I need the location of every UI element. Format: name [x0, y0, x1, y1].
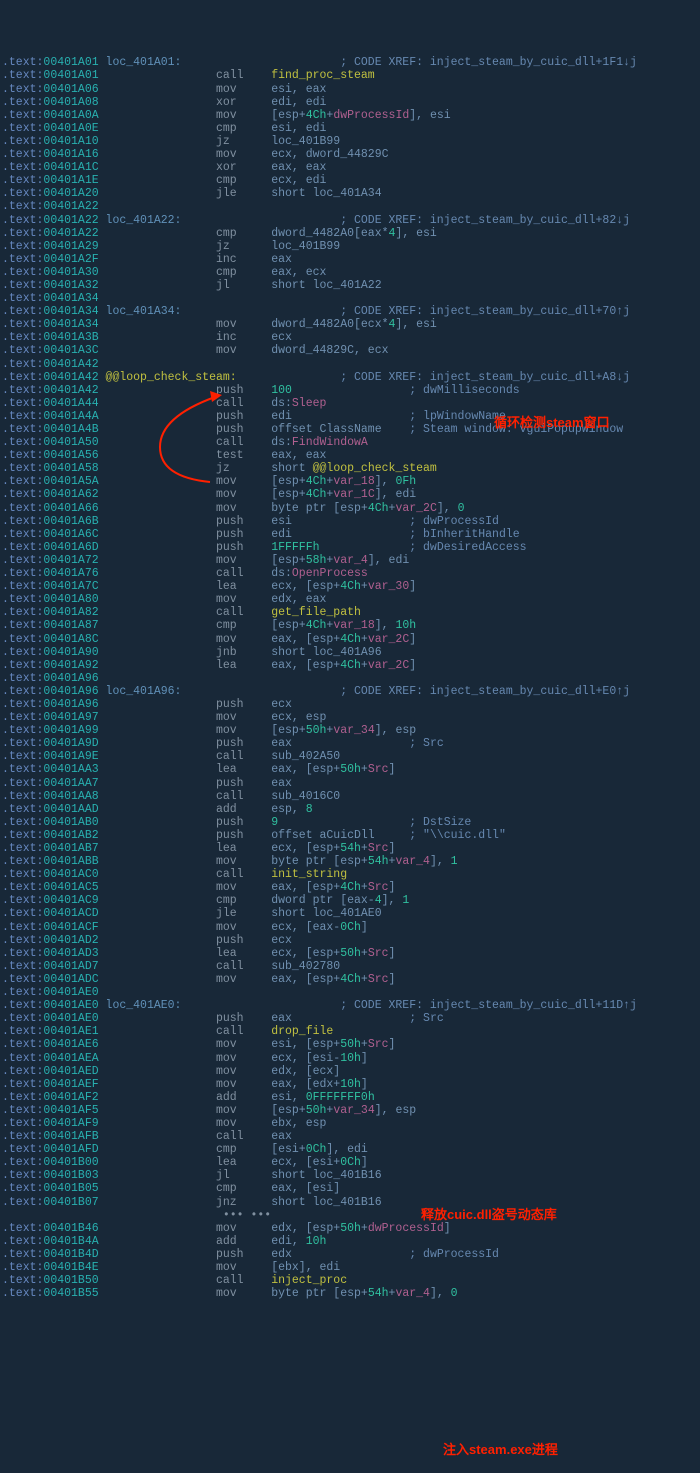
asm-line: .text:00401AE0	[0, 986, 700, 999]
asm-line: .text:00401A3C mov dword_44829C, ecx	[0, 344, 700, 357]
asm-line: .text:00401AE0 loc_401AE0: ; CODE XREF: …	[0, 999, 700, 1012]
asm-line: .text:00401A32 jl short loc_401A22	[0, 279, 700, 292]
asm-line: .text:00401A22 loc_401A22: ; CODE XREF: …	[0, 214, 700, 227]
asm-line: .text:00401A80 mov edx, eax	[0, 593, 700, 606]
asm-line: .text:00401B00 lea ecx, [esi+0Ch]	[0, 1156, 700, 1169]
asm-line: .text:00401A22	[0, 200, 700, 213]
asm-line: .text:00401AA3 lea eax, [esp+50h+Src]	[0, 763, 700, 776]
asm-line: .text:00401AB7 lea ecx, [esp+54h+Src]	[0, 842, 700, 855]
asm-line: .text:00401B46 mov edx, [esp+50h+dwProce…	[0, 1222, 700, 1235]
asm-line: .text:00401A29 jz loc_401B99	[0, 240, 700, 253]
asm-line: .text:00401AEF mov eax, [edx+10h]	[0, 1078, 700, 1091]
asm-line: .text:00401AFB call eax	[0, 1130, 700, 1143]
asm-line: .text:00401A56 test eax, eax	[0, 449, 700, 462]
asm-line: .text:00401AD3 lea ecx, [esp+50h+Src]	[0, 947, 700, 960]
asm-line: .text:00401AD7 call sub_402780	[0, 960, 700, 973]
disassembly-listing: .text:00401A01 loc_401A01: ; CODE XREF: …	[0, 56, 700, 1300]
asm-line: .text:00401B4E mov [ebx], edi	[0, 1261, 700, 1274]
asm-line: .text:00401A50 call ds:FindWindowA	[0, 436, 700, 449]
asm-line: .text:00401A22 cmp dword_4482A0[eax*4], …	[0, 227, 700, 240]
asm-line: .text:00401A6B push esi ; dwProcessId	[0, 515, 700, 528]
asm-line: .text:00401B4A add edi, 10h	[0, 1235, 700, 1248]
asm-line: .text:00401A6C push edi ; bInheritHandle	[0, 528, 700, 541]
asm-line: .text:00401A62 mov [esp+4Ch+var_1C], edi	[0, 488, 700, 501]
asm-line: .text:00401A42 push 100 ; dwMilliseconds	[0, 384, 700, 397]
asm-line: .text:00401AF2 add esi, 0FFFFFFF0h	[0, 1091, 700, 1104]
asm-line: .text:00401AC9 cmp dword ptr [eax-4], 1	[0, 894, 700, 907]
asm-line: .text:00401A66 mov byte ptr [esp+4Ch+var…	[0, 502, 700, 515]
asm-line: .text:00401A96 loc_401A96: ; CODE XREF: …	[0, 685, 700, 698]
asm-line: .text:00401A42 @@loop_check_steam: ; COD…	[0, 371, 700, 384]
asm-line: .text:00401ADC mov eax, [esp+4Ch+Src]	[0, 973, 700, 986]
asm-line: .text:00401A01 call find_proc_steam	[0, 69, 700, 82]
asm-line: .text:00401B4D push edx ; dwProcessId	[0, 1248, 700, 1261]
asm-line: .text:00401ACF mov ecx, [eax-0Ch]	[0, 921, 700, 934]
asm-line: .text:00401B03 jl short loc_401B16	[0, 1169, 700, 1182]
asm-line: .text:00401A44 call ds:Sleep	[0, 397, 700, 410]
asm-line: .text:00401A9D push eax ; Src	[0, 737, 700, 750]
annotation-label: 循环检测steam窗口	[494, 416, 610, 429]
asm-line: .text:00401A3B inc ecx	[0, 331, 700, 344]
asm-line: .text:00401A2F inc eax	[0, 253, 700, 266]
asm-line: .text:00401A7C lea ecx, [esp+4Ch+var_30]	[0, 580, 700, 593]
asm-line: .text:00401A92 lea eax, [esp+4Ch+var_2C]	[0, 659, 700, 672]
annotation-label: 释放cuic.dll盗号动态库	[421, 1208, 557, 1221]
asm-line: .text:00401A90 jnb short loc_401A96	[0, 646, 700, 659]
asm-line: .text:00401AD2 push ecx	[0, 934, 700, 947]
asm-line: .text:00401A30 cmp eax, ecx	[0, 266, 700, 279]
annotation-label: 注入steam.exe进程	[443, 1443, 558, 1456]
asm-line: .text:00401B07 jnz short loc_401B16	[0, 1196, 700, 1209]
asm-line: .text:00401A1C xor eax, eax	[0, 161, 700, 174]
asm-line: .text:00401A0E cmp esi, edi	[0, 122, 700, 135]
asm-line: .text:00401A0A mov [esp+4Ch+dwProcessId]…	[0, 109, 700, 122]
asm-line: .text:00401A10 jz loc_401B99	[0, 135, 700, 148]
asm-line: .text:00401B05 cmp eax, [esi]	[0, 1182, 700, 1195]
asm-line: .text:00401ACD jle short loc_401AE0	[0, 907, 700, 920]
asm-line: .text:00401A97 mov ecx, esp	[0, 711, 700, 724]
asm-line: .text:00401A34 loc_401A34: ; CODE XREF: …	[0, 305, 700, 318]
asm-line: .text:00401AF9 mov ebx, esp	[0, 1117, 700, 1130]
asm-line: .text:00401AAD add esp, 8	[0, 803, 700, 816]
asm-line: .text:00401AF5 mov [esp+50h+var_34], esp	[0, 1104, 700, 1117]
asm-line: .text:00401AA7 push eax	[0, 777, 700, 790]
asm-line: .text:00401AE6 mov esi, [esp+50h+Src]	[0, 1038, 700, 1051]
asm-line: .text:00401AB0 push 9 ; DstSize	[0, 816, 700, 829]
asm-line: .text:00401A72 mov [esp+58h+var_4], edi	[0, 554, 700, 567]
asm-line: .text:00401ABB mov byte ptr [esp+54h+var…	[0, 855, 700, 868]
asm-line: .text:00401A87 cmp [esp+4Ch+var_18], 10h	[0, 619, 700, 632]
asm-line: .text:00401A01 loc_401A01: ; CODE XREF: …	[0, 56, 700, 69]
asm-line: .text:00401AB2 push offset aCuicDll ; "\…	[0, 829, 700, 842]
asm-line: .text:00401AFD cmp [esi+0Ch], edi	[0, 1143, 700, 1156]
asm-line: .text:00401A34 mov dword_4482A0[ecx*4], …	[0, 318, 700, 331]
asm-line: .text:00401A16 mov ecx, dword_44829C	[0, 148, 700, 161]
asm-line: .text:00401A58 jz short @@loop_check_ste…	[0, 462, 700, 475]
asm-line: .text:00401B50 call inject_proc	[0, 1274, 700, 1287]
asm-line: .text:00401AE0 push eax ; Src	[0, 1012, 700, 1025]
asm-line: .text:00401AC0 call init_string	[0, 868, 700, 881]
asm-line: .text:00401A5A mov [esp+4Ch+var_18], 0Fh	[0, 475, 700, 488]
asm-line: .text:00401AEA mov ecx, [esi-10h]	[0, 1052, 700, 1065]
asm-line: .text:00401A42	[0, 358, 700, 371]
asm-line: .text:00401A8C mov eax, [esp+4Ch+var_2C]	[0, 633, 700, 646]
asm-line: .text:00401A34	[0, 292, 700, 305]
asm-line: .text:00401AA8 call sub_4016C0	[0, 790, 700, 803]
asm-line: .text:00401A99 mov [esp+50h+var_34], esp	[0, 724, 700, 737]
asm-line: .text:00401A20 jle short loc_401A34	[0, 187, 700, 200]
asm-line: .text:00401AE1 call drop_file	[0, 1025, 700, 1038]
asm-line: .text:00401A76 call ds:OpenProcess	[0, 567, 700, 580]
asm-line: .text:00401A96 push ecx	[0, 698, 700, 711]
asm-line: .text:00401AED mov edx, [ecx]	[0, 1065, 700, 1078]
asm-line: .text:00401A6D push 1FFFFFh ; dwDesiredA…	[0, 541, 700, 554]
asm-line: .text:00401A08 xor edi, edi	[0, 96, 700, 109]
asm-line: .text:00401AC5 mov eax, [esp+4Ch+Src]	[0, 881, 700, 894]
asm-line: .text:00401A9E call sub_402A50	[0, 750, 700, 763]
asm-line: .text:00401B55 mov byte ptr [esp+54h+var…	[0, 1287, 700, 1300]
asm-line: .text:00401A82 call get_file_path	[0, 606, 700, 619]
asm-line: .text:00401A06 mov esi, eax	[0, 83, 700, 96]
asm-line: .text:00401A1E cmp ecx, edi	[0, 174, 700, 187]
asm-line: .text:00401A96	[0, 672, 700, 685]
